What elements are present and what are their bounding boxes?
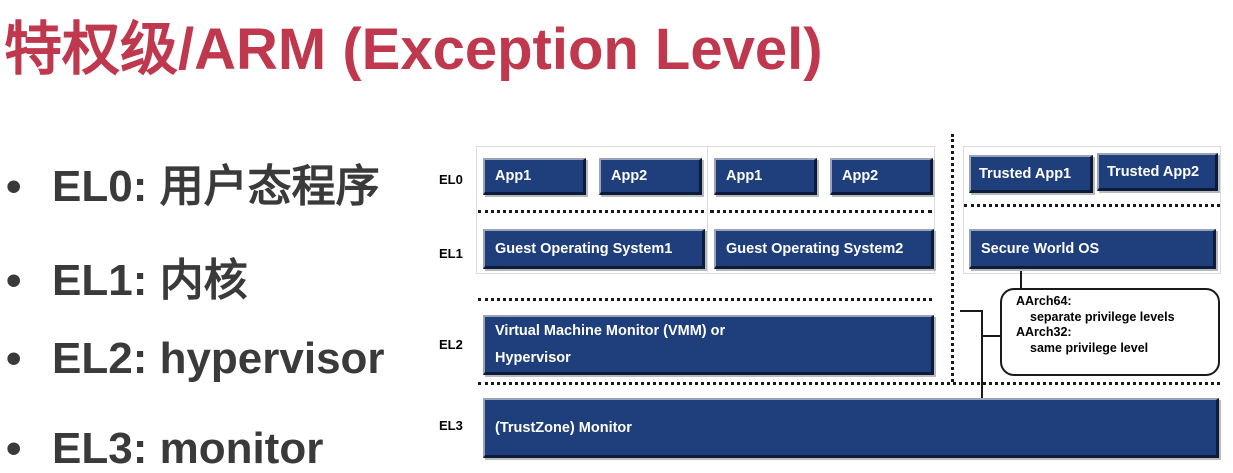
trusted-app-label: Trusted App1	[979, 165, 1072, 182]
secure-world-os-box: Secure World OS	[969, 229, 1216, 269]
app2-box: App2	[599, 158, 702, 195]
bullet-marker: •	[6, 424, 22, 473]
app-label: App2	[842, 168, 879, 184]
callout-connector	[1020, 271, 1022, 289]
callout-line: AArch64:	[1016, 294, 1072, 308]
hypervisor-box: Virtual Machine Monitor (VMM) or Hypervi…	[483, 315, 934, 375]
trustzone-monitor-box: (TrustZone) Monitor	[483, 398, 1219, 458]
guest-os-1-box: Guest Operating System1	[483, 229, 705, 269]
callout-bracket-top	[960, 310, 982, 312]
app-label: App1	[495, 168, 532, 184]
level-label-el1: EL1	[439, 246, 463, 261]
bullet-marker: •	[6, 162, 22, 211]
slide: 特权级/ARM (Exception Level) • EL0: 用户态程序 • E…	[0, 0, 1233, 473]
bullet-text: EL1: 内核	[52, 256, 248, 305]
normal-secure-divider	[951, 134, 954, 382]
bullet-el0: • EL0: 用户态程序	[6, 150, 380, 214]
trusted-app2-box: Trusted App2	[1097, 153, 1218, 191]
hypervisor-label-line2: Hypervisor	[495, 349, 571, 366]
callout-bracket-link	[981, 335, 1000, 337]
bullet-marker: •	[6, 334, 22, 383]
el2-el3-separator	[478, 382, 1220, 385]
el0-el1-separator	[478, 210, 704, 213]
bullet-text: EL0: 用户态程序	[52, 162, 380, 211]
slide-title: 特权级/ARM (Exception Level)	[4, 17, 823, 82]
el0-el1-separator	[710, 210, 932, 213]
monitor-label: (TrustZone) Monitor	[495, 419, 632, 436]
trusted-app-label: Trusted App2	[1107, 163, 1200, 180]
bullet-text: EL2: hypervisor	[52, 334, 385, 383]
app2-box: App2	[830, 158, 933, 195]
guest-os-label: Guest Operating System2	[726, 240, 904, 257]
app1-box: App1	[714, 158, 817, 195]
callout-line: AArch32:	[1016, 325, 1072, 339]
bullet-el1: • EL1: 内核	[6, 244, 248, 308]
hypervisor-label-line1: Virtual Machine Monitor (VMM) or	[495, 322, 726, 339]
el1-el2-separator	[478, 298, 932, 301]
guest-os-2-box: Guest Operating System2	[714, 229, 934, 269]
secure-os-label: Secure World OS	[981, 240, 1100, 257]
guest-os-label: Guest Operating System1	[495, 240, 673, 257]
trusted-app1-box: Trusted App1	[969, 155, 1093, 193]
level-label-el0: EL0	[439, 172, 463, 187]
app-label: App1	[726, 168, 763, 184]
privilege-level-callout: AArch64: separate privilege levels AArch…	[1000, 288, 1220, 376]
el0-el1-separator-secure	[964, 204, 1220, 207]
callout-line: separate privilege levels	[1030, 309, 1175, 324]
callout-line: same privilege level	[1030, 340, 1149, 355]
bullet-marker: •	[6, 256, 22, 305]
app1-box: App1	[483, 158, 586, 195]
level-label-el3: EL3	[439, 418, 463, 433]
level-label-el2: EL2	[439, 337, 463, 352]
bullet-el3: • EL3: monitor	[6, 424, 323, 473]
bullet-el2: • EL2: hypervisor	[6, 334, 385, 384]
callout-bracket-vertical	[981, 310, 983, 400]
bullet-text: EL3: monitor	[52, 424, 324, 473]
app-label: App2	[611, 168, 648, 184]
